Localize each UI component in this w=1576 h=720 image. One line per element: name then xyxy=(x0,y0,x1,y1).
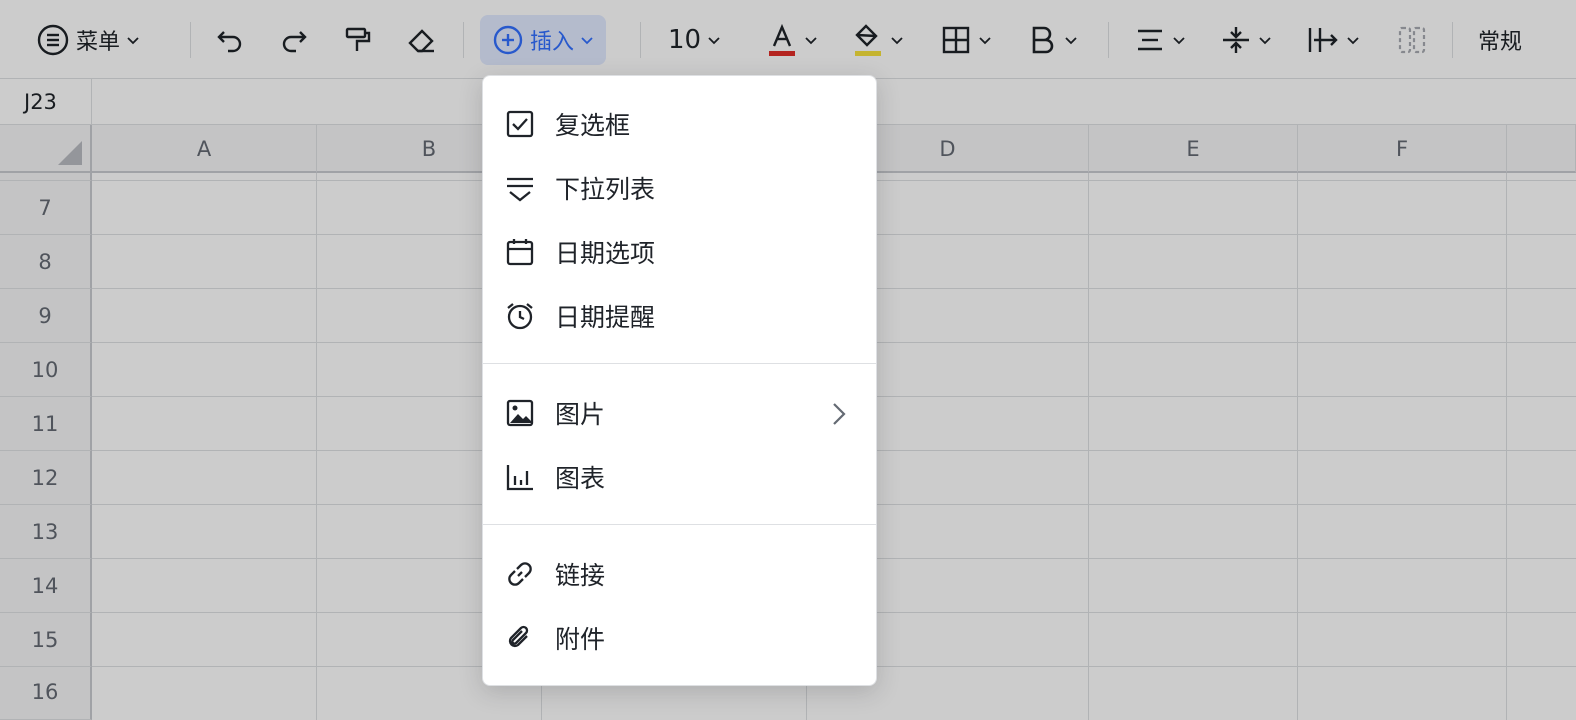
menu-item-label: 附件 xyxy=(555,625,606,654)
menu-item-checkbox[interactable]: 复选框 xyxy=(483,96,876,152)
calendar-icon xyxy=(505,237,535,267)
menu-item-dropdown-list[interactable]: 下拉列表 xyxy=(483,160,876,216)
menu-item-label: 日期选项 xyxy=(555,239,656,268)
menu-divider xyxy=(483,524,876,525)
paperclip-icon xyxy=(505,623,535,653)
dropdown-list-icon xyxy=(505,173,535,203)
link-icon xyxy=(505,559,535,589)
menu-item-attachment[interactable]: 附件 xyxy=(483,610,876,666)
menu-item-label: 下拉列表 xyxy=(555,175,656,204)
menu-item-label: 图表 xyxy=(555,464,606,493)
menu-item-link[interactable]: 链接 xyxy=(483,546,876,602)
chart-icon xyxy=(505,462,535,492)
alarm-clock-icon xyxy=(505,301,535,331)
menu-item-label: 日期提醒 xyxy=(555,303,656,332)
menu-item-label: 链接 xyxy=(555,561,606,590)
menu-item-date-picker[interactable]: 日期选项 xyxy=(483,224,876,280)
insert-dropdown-menu: 复选框 下拉列表 日期选项 日期提醒 图片 图表 链接 附件 xyxy=(482,75,877,686)
menu-item-label: 复选框 xyxy=(555,111,631,140)
spreadsheet-app: 菜单 插入 10 常规 J23 A B D E F 7 8 9 10 11 12… xyxy=(0,0,1576,720)
chevron-right-icon xyxy=(833,403,846,425)
menu-divider xyxy=(483,363,876,364)
menu-item-date-reminder[interactable]: 日期提醒 xyxy=(483,288,876,344)
menu-item-label: 图片 xyxy=(555,400,606,429)
image-icon xyxy=(505,398,535,428)
menu-item-chart[interactable]: 图表 xyxy=(483,449,876,505)
checkbox-icon xyxy=(505,109,535,139)
menu-item-image[interactable]: 图片 xyxy=(483,385,876,441)
